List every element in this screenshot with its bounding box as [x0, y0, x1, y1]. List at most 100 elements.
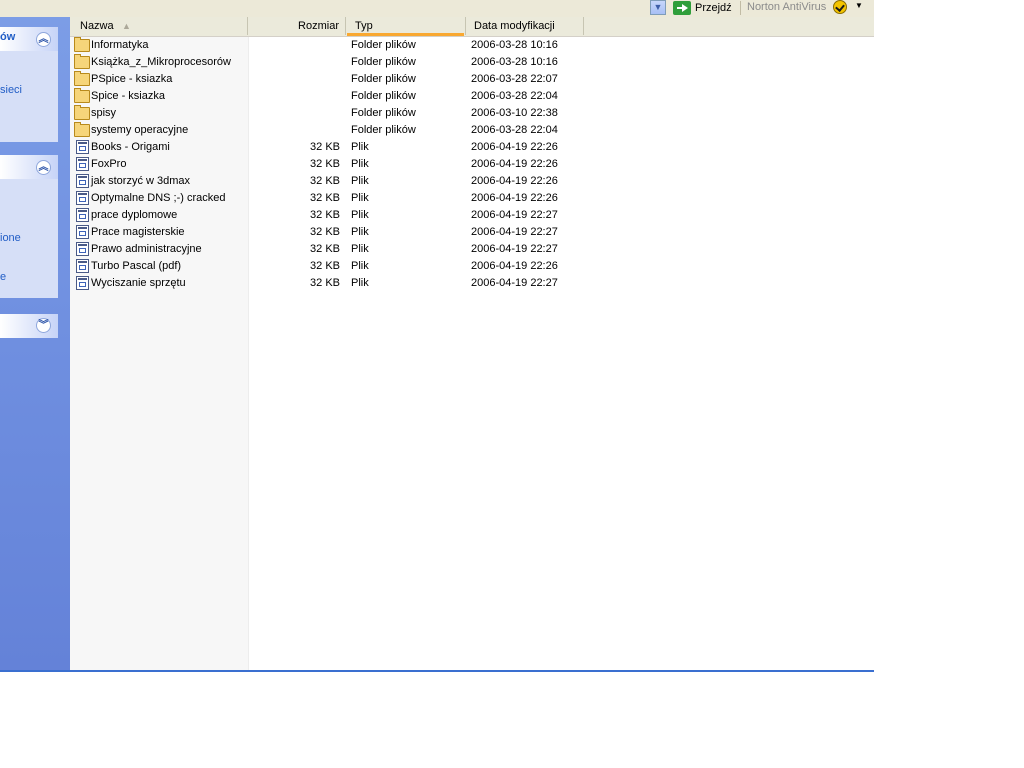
file-date: 2006-04-19 22:26 — [471, 141, 558, 153]
file-name: jak storzyć w 3dmax — [91, 175, 191, 187]
file-row[interactable]: Spice - ksiazka Folder plików 2006-03-28 2… — [70, 88, 584, 105]
file-size: 32 KB — [310, 158, 340, 170]
norton-antivirus-label[interactable]: Norton AntiVirus — [747, 1, 826, 13]
task-panel-1-header[interactable]: ów ︽ — [0, 27, 58, 51]
file-date: 2006-03-28 22:04 — [471, 124, 558, 136]
file-name: Books - Origami — [91, 141, 170, 153]
file-name: Prace magisterskie — [91, 226, 185, 238]
file-icon — [76, 276, 89, 290]
file-type: Plik — [351, 158, 369, 170]
file-row[interactable]: Wyciszanie sprzętu 32 KB Plik 2006-04-19 22… — [70, 275, 584, 292]
file-type: Plik — [351, 277, 369, 289]
column-header: Nazwa ▲ Rozmiar Typ Data modyfikacji — [70, 17, 874, 37]
file-type: Plik — [351, 192, 369, 204]
address-bar: ▼ Przejdź Norton AntiVirus ▼ — [0, 0, 874, 18]
column-header-name-label: Nazwa — [80, 20, 114, 32]
file-icon — [76, 174, 89, 188]
file-name: prace dyplomowe — [91, 209, 178, 221]
file-row[interactable]: Prawo administracyjne 32 KB Plik 2006-04-19… — [70, 241, 584, 258]
folder-icon — [74, 71, 90, 86]
task-panel-2-link-2[interactable]: e — [0, 271, 6, 283]
file-size: 32 KB — [310, 277, 340, 289]
sort-ascending-icon: ▲ — [122, 21, 131, 31]
file-row[interactable]: PSpice - ksiazka Folder plików 2006-03-28 … — [70, 71, 584, 88]
file-size: 32 KB — [310, 192, 340, 204]
file-type: Plik — [351, 209, 369, 221]
folder-icon — [74, 54, 90, 69]
file-type: Plik — [351, 243, 369, 255]
file-row[interactable]: Books - Origami 32 KB Plik 2006-04-19 22:26 — [70, 139, 584, 156]
file-name: PSpice - ksiazka — [91, 73, 173, 85]
go-button[interactable]: Przejdź — [673, 0, 732, 16]
file-type: Plik — [351, 175, 369, 187]
file-name: spisy — [91, 107, 117, 119]
file-date: 2006-03-28 22:07 — [471, 73, 558, 85]
file-date: 2006-04-19 22:26 — [471, 175, 558, 187]
file-date: 2006-03-28 10:16 — [471, 56, 558, 68]
norton-antivirus-icon[interactable] — [833, 0, 847, 14]
file-name: Turbo Pascal (pdf) — [91, 260, 182, 272]
file-row[interactable]: Informatyka Folder plików 2006-03-28 10:16 — [70, 37, 584, 54]
address-dropdown-button[interactable]: ▼ — [650, 0, 666, 15]
file-name: Spice - ksiazka — [91, 90, 165, 102]
column-header-size[interactable]: Rozmiar — [248, 17, 346, 35]
file-type: Folder plików — [351, 56, 416, 68]
go-arrow-icon — [673, 1, 691, 15]
column-header-hover-highlight — [347, 33, 464, 36]
file-name: Optymalne DNS ;-) cracked — [91, 192, 226, 204]
file-size: 32 KB — [310, 243, 340, 255]
file-date: 2006-04-19 22:27 — [471, 226, 558, 238]
task-panel-2-link-1[interactable]: ione — [0, 232, 21, 244]
file-date: 2006-04-19 22:27 — [471, 243, 558, 255]
file-name: FoxPro — [91, 158, 127, 170]
file-type: Folder plików — [351, 73, 416, 85]
file-date: 2006-04-19 22:26 — [471, 158, 558, 170]
file-size: 32 KB — [310, 226, 340, 238]
file-date: 2006-04-19 22:26 — [471, 192, 558, 204]
column-header-date[interactable]: Data modyfikacji — [466, 17, 584, 35]
file-row[interactable]: systemy operacyjne Folder plików 2006-03-2… — [70, 122, 584, 139]
file-row[interactable]: Turbo Pascal (pdf) 32 KB Plik 2006-04-19 22… — [70, 258, 584, 275]
file-icon — [76, 259, 89, 273]
file-row[interactable]: Książka_z_Mikroprocesorów Folder plików 20… — [70, 54, 584, 71]
collapse-chevron-icon[interactable]: ︽ — [36, 160, 51, 175]
file-type: Plik — [351, 260, 369, 272]
file-type: Folder plików — [351, 90, 416, 102]
file-row[interactable]: prace dyplomowe 32 KB Plik 2006-04-19 22:27 — [70, 207, 584, 224]
file-name: Wyciszanie sprzętu — [91, 277, 186, 289]
task-panel-2-header[interactable]: ︽ — [0, 155, 58, 179]
window-bottom-border — [0, 670, 874, 672]
norton-dropdown-arrow-icon[interactable]: ▼ — [855, 1, 863, 10]
file-row[interactable]: jak storzyć w 3dmax 32 KB Plik 2006-04-19 2… — [70, 173, 584, 190]
file-name: Prawo administracyjne — [91, 243, 202, 255]
file-row[interactable]: FoxPro 32 KB Plik 2006-04-19 22:26 — [70, 156, 584, 173]
file-name: systemy operacyjne — [91, 124, 189, 136]
file-size: 32 KB — [310, 260, 340, 272]
task-pane: ów ︽ sieci ︽ ione e ︾ — [0, 17, 70, 672]
task-panel-2: ︽ ione e — [0, 155, 58, 298]
file-type: Plik — [351, 141, 369, 153]
file-type: Folder plików — [351, 39, 416, 51]
file-row[interactable]: Optymalne DNS ;-) cracked 32 KB Plik 2006-0… — [70, 190, 584, 207]
task-panel-3: ︾ — [0, 314, 58, 338]
collapse-chevron-icon[interactable]: ︽ — [36, 32, 51, 47]
file-date: 2006-04-19 22:27 — [471, 209, 558, 221]
file-date: 2006-03-28 22:04 — [471, 90, 558, 102]
file-list-view: Nazwa ▲ Rozmiar Typ Data modyfikacji Inf… — [70, 17, 874, 672]
task-panel-3-header[interactable]: ︾ — [0, 314, 58, 338]
toolbar-separator — [740, 1, 741, 15]
file-icon — [76, 208, 89, 222]
file-row[interactable]: spisy Folder plików 2006-03-10 22:38 — [70, 105, 584, 122]
file-date: 2006-03-28 10:16 — [471, 39, 558, 51]
task-panel-1-link[interactable]: sieci — [0, 84, 22, 96]
file-row[interactable]: Prace magisterskie 32 KB Plik 2006-04-19 22… — [70, 224, 584, 241]
task-panel-1-title: ów — [0, 31, 16, 43]
file-date: 2006-04-19 22:26 — [471, 260, 558, 272]
expand-chevron-icon[interactable]: ︾ — [36, 318, 51, 333]
file-date: 2006-04-19 22:27 — [471, 277, 558, 289]
explorer-window: ▼ Przejdź Norton AntiVirus ▼ ów ︽ sieci … — [0, 0, 874, 672]
file-type: Plik — [351, 226, 369, 238]
column-header-name[interactable]: Nazwa ▲ — [70, 17, 248, 35]
file-name: Informatyka — [91, 39, 149, 51]
go-label: Przejdź — [695, 2, 732, 14]
